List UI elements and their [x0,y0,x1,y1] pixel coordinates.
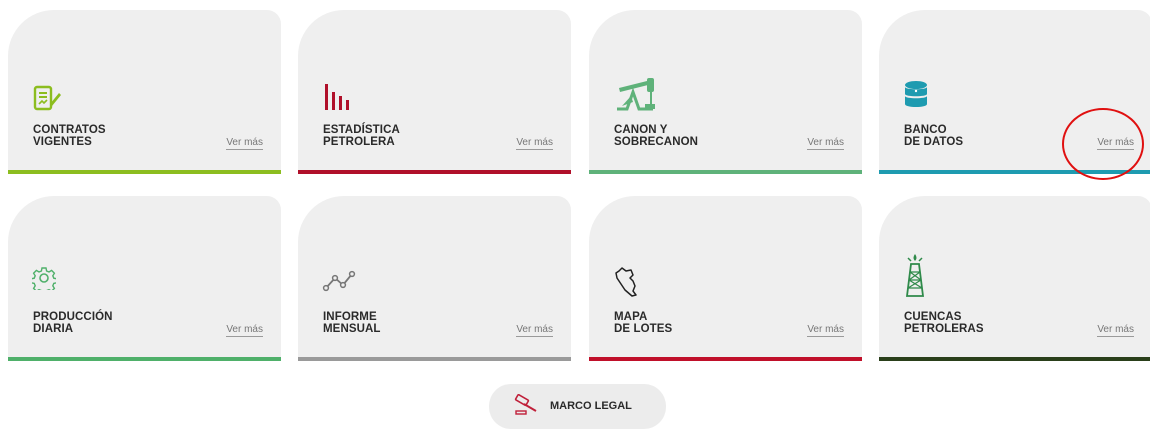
bar-chart-icon [322,82,352,112]
card-accent-bar [879,357,1150,361]
ver-mas-link[interactable]: Ver más [516,324,553,337]
ver-mas-link[interactable]: Ver más [226,324,263,337]
ver-mas-link[interactable]: Ver más [1097,137,1134,150]
line-graph-icon [322,270,356,292]
marco-legal-label: MARCO LEGAL [550,400,632,412]
database-icon [903,80,929,110]
card-contratos[interactable]: CONTRATOS VIGENTES Ver más [8,10,281,174]
ver-mas-link[interactable]: Ver más [807,137,844,150]
card-canon[interactable]: CANON Y SOBRECANON Ver más [589,10,862,174]
gavel-icon [514,393,540,416]
card-cuencas[interactable]: CUENCAS PETROLERAS Ver más [879,196,1150,361]
card-informe[interactable]: INFORME MENSUAL Ver más [298,196,571,361]
ver-mas-link[interactable]: Ver más [1097,324,1134,337]
card-accent-bar [8,170,281,174]
card-produccion[interactable]: PRODUCCIÓN DIARIA Ver más [8,196,281,361]
card-title: INFORME MENSUAL [323,311,381,335]
card-accent-bar [298,170,571,174]
card-title: CANON Y SOBRECANON [614,124,699,148]
card-estadistica[interactable]: ESTADÍSTICA PETROLERA Ver más [298,10,571,174]
card-title: CONTRATOS VIGENTES [33,124,106,148]
gear-icon [32,266,56,290]
card-accent-bar [589,357,862,361]
card-title: MAPA DE LOTES [614,311,673,335]
card-accent-bar [8,357,281,361]
card-mapa[interactable]: MAPA DE LOTES Ver más [589,196,862,361]
ver-mas-link[interactable]: Ver más [807,324,844,337]
card-banco[interactable]: BANCO DE DATOS Ver más [879,10,1150,174]
card-accent-bar [589,170,862,174]
card-accent-bar [879,170,1150,174]
cards-grid: CONTRATOS VIGENTES Ver más ESTADÍSTICA PET… [0,0,1150,424]
ver-mas-link[interactable]: Ver más [226,137,263,150]
card-accent-bar [298,357,571,361]
contract-pen-icon [32,84,62,114]
card-title: BANCO DE DATOS [904,124,964,148]
card-title: ESTADÍSTICA PETROLERA [323,124,400,148]
ver-mas-link[interactable]: Ver más [516,137,553,150]
peru-map-icon [613,266,639,298]
oil-derrick-icon [903,252,927,298]
marco-legal-button[interactable]: MARCO LEGAL [489,384,666,429]
oil-pumpjack-icon [613,76,657,112]
card-title: CUENCAS PETROLERAS [904,311,984,335]
card-title: PRODUCCIÓN DIARIA [33,311,113,335]
